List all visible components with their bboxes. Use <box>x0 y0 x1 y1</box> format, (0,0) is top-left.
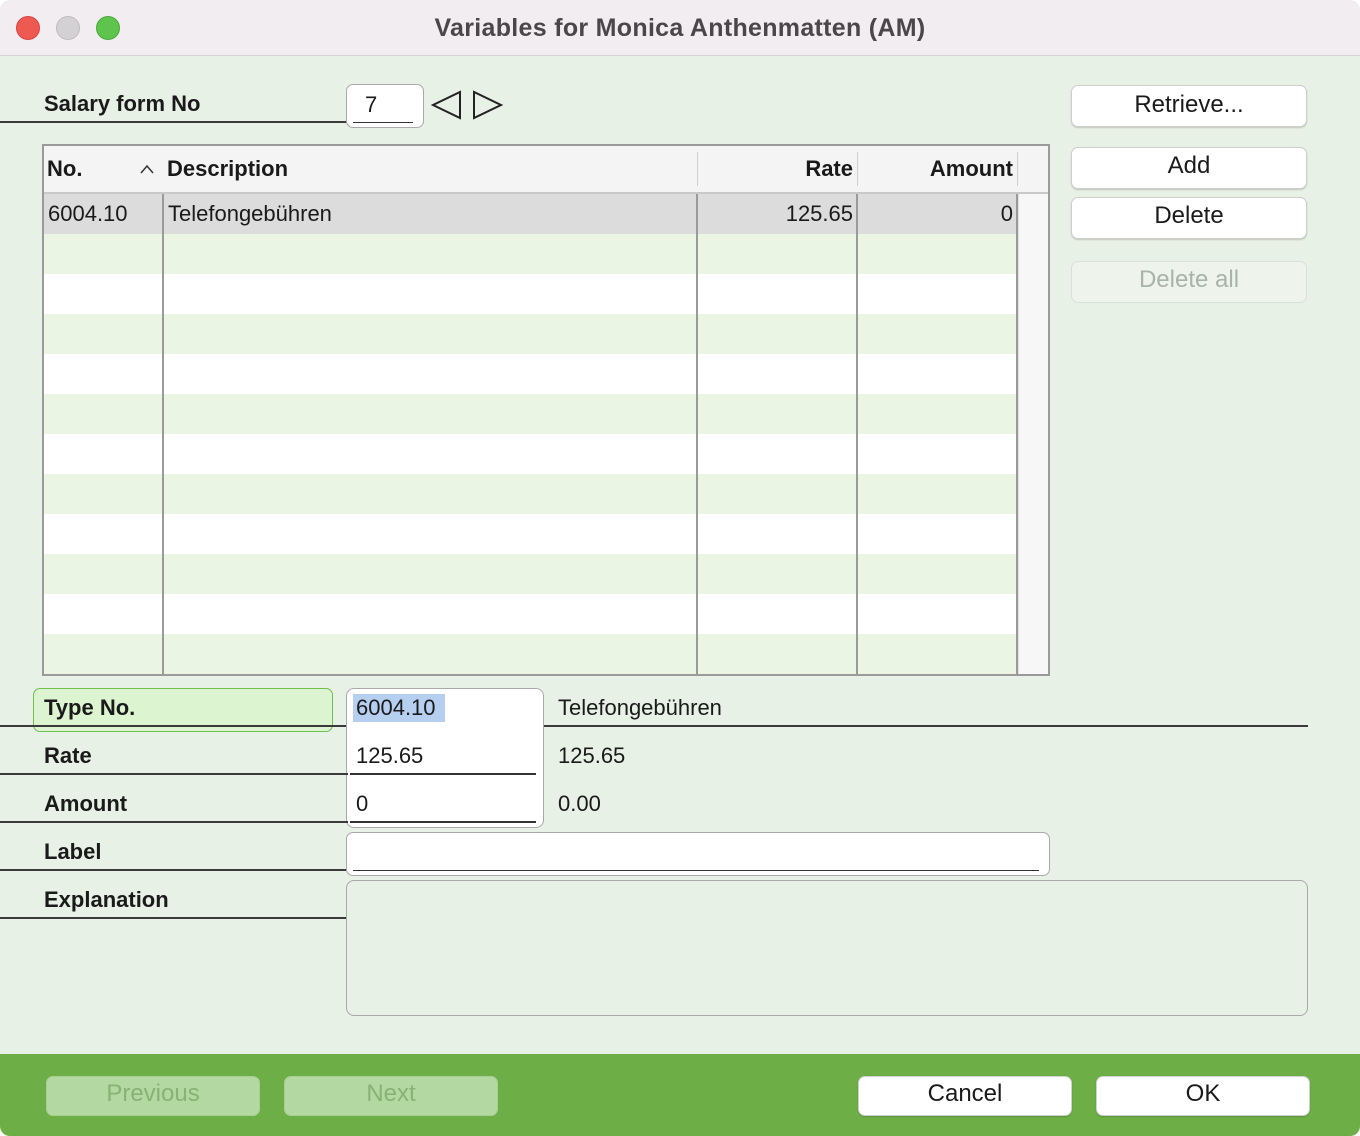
delete-button[interactable]: Delete <box>1071 197 1307 239</box>
empty-table-row[interactable] <box>44 554 1018 594</box>
window-title: Variables for Monica Anthenmatten (AM) <box>434 14 926 42</box>
next-button[interactable]: Next <box>284 1076 498 1116</box>
cell-amount: 0 <box>1000 201 1013 226</box>
salary-form-underline <box>353 121 413 123</box>
amount-underline <box>350 821 536 823</box>
header-separator <box>697 152 698 186</box>
type-no-label: Type No. <box>44 695 136 720</box>
salary-form-number-value: 7 <box>365 92 378 117</box>
column-header-description[interactable]: Description <box>167 146 288 192</box>
empty-table-row[interactable] <box>44 514 1018 554</box>
retrieve-button[interactable]: Retrieve... <box>1071 85 1307 127</box>
cell-no: 6004.10 <box>48 201 128 226</box>
empty-table-row[interactable] <box>44 594 1018 634</box>
column-header-rate[interactable]: Rate <box>699 146 853 192</box>
empty-table-row[interactable] <box>44 474 1018 514</box>
previous-form-arrow-icon[interactable] <box>430 90 462 120</box>
empty-table-row[interactable] <box>44 234 1018 274</box>
salary-form-number-input[interactable]: 7 <box>346 84 424 128</box>
empty-table-row[interactable] <box>44 394 1018 434</box>
empty-table-row[interactable] <box>44 274 1018 314</box>
rate-display: 125.65 <box>558 743 626 768</box>
column-header-amount[interactable]: Amount <box>859 146 1013 192</box>
label-rule <box>0 869 348 871</box>
variables-table[interactable]: No. Description Rate Amount 6004.10 Tele… <box>42 144 1050 676</box>
label-input[interactable] <box>346 832 1050 876</box>
amount-input[interactable]: 0 <box>356 790 368 818</box>
delete-all-button[interactable]: Delete all <box>1071 261 1307 303</box>
empty-table-row[interactable] <box>44 434 1018 474</box>
sort-ascending-icon[interactable] <box>140 164 154 174</box>
explanation-textarea[interactable] <box>346 880 1308 1016</box>
table-header: No. Description Rate Amount <box>44 146 1048 194</box>
type-no-input[interactable]: 6004.10 <box>356 694 436 722</box>
footer-bar: Previous Next Cancel OK <box>0 1054 1360 1136</box>
rate-label: Rate <box>44 743 92 768</box>
amount-rule <box>0 821 348 823</box>
amount-label: Amount <box>44 791 128 816</box>
rate-rule <box>0 773 348 775</box>
next-form-arrow-icon[interactable] <box>472 90 504 120</box>
rate-input[interactable]: 125.65 <box>356 742 423 770</box>
column-separator <box>162 194 164 674</box>
label-label: Label <box>44 839 102 864</box>
column-separator <box>696 194 698 674</box>
table-scrollbar[interactable] <box>1018 194 1048 674</box>
previous-button[interactable]: Previous <box>46 1076 260 1116</box>
cell-description: Telefongebühren <box>168 201 332 226</box>
empty-table-row[interactable] <box>44 634 1018 674</box>
header-separator <box>1017 152 1018 186</box>
ok-button[interactable]: OK <box>1096 1076 1310 1116</box>
explanation-rule <box>0 917 348 919</box>
cell-rate: 125.65 <box>785 201 853 226</box>
type-no-rule <box>0 725 1308 727</box>
table-row[interactable]: 6004.10 Telefongebühren 125.65 0 <box>44 194 1018 234</box>
column-separator <box>856 194 858 674</box>
rate-underline <box>350 773 536 775</box>
empty-table-row[interactable] <box>44 354 1018 394</box>
label-underline <box>353 869 1039 871</box>
header-separator <box>857 152 858 186</box>
empty-table-row[interactable] <box>44 314 1018 354</box>
amount-display: 0.00 <box>558 791 601 816</box>
salary-form-rule <box>0 121 348 123</box>
explanation-label: Explanation <box>44 887 169 912</box>
title-bar: Variables for Monica Anthenmatten (AM) <box>0 0 1360 56</box>
dialog-window: Variables for Monica Anthenmatten (AM) S… <box>0 0 1360 1136</box>
type-no-description: Telefongebühren <box>558 695 722 720</box>
cancel-button[interactable]: Cancel <box>858 1076 1072 1116</box>
add-button[interactable]: Add <box>1071 147 1307 189</box>
salary-form-label: Salary form No <box>44 91 201 116</box>
column-header-no[interactable]: No. <box>47 146 82 192</box>
